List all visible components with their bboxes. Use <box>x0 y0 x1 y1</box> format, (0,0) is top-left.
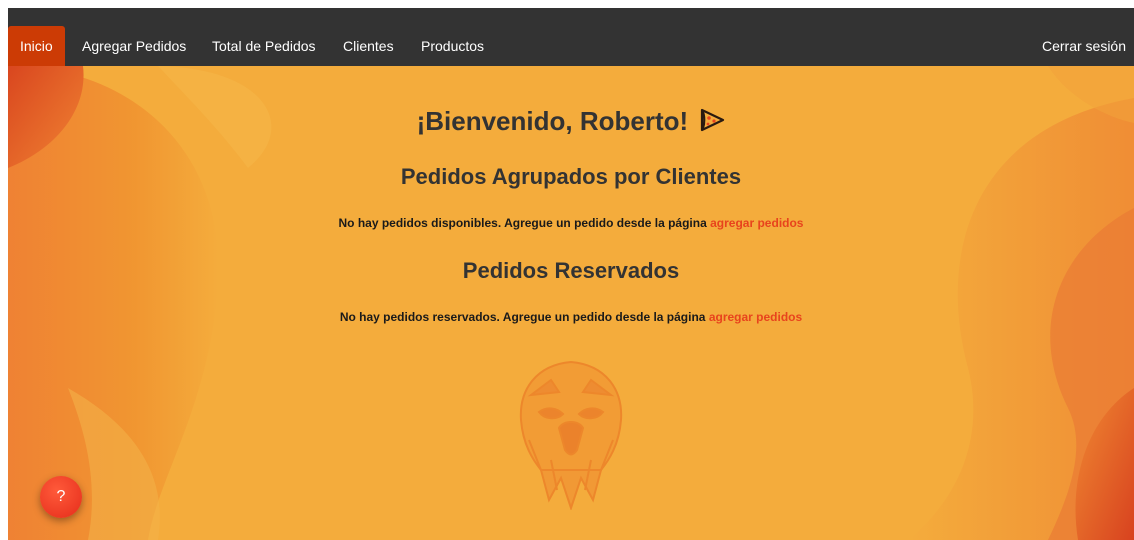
help-button[interactable]: ? <box>40 476 82 518</box>
welcome-text: ¡Bienvenido, Roberto! <box>416 106 689 136</box>
grouped-orders-empty-text: No hay pedidos disponibles. Agregue un p… <box>338 216 707 230</box>
add-orders-link[interactable]: agregar pedidos <box>710 216 803 230</box>
pizza-icon <box>701 108 725 132</box>
nav-item-clientes[interactable]: Clientes <box>343 26 394 66</box>
reserved-orders-empty-message: No hay pedidos reservados. Agregue un pe… <box>8 310 1134 324</box>
nav-item-inicio[interactable]: Inicio <box>8 26 65 66</box>
page-frame: Inicio Agregar Pedidos Total de Pedidos … <box>8 8 1134 540</box>
logout-link[interactable]: Cerrar sesión <box>1042 26 1126 66</box>
add-orders-link-reserved[interactable]: agregar pedidos <box>709 310 802 324</box>
grouped-orders-empty-message: No hay pedidos disponibles. Agregue un p… <box>8 216 1134 230</box>
welcome-heading: ¡Bienvenido, Roberto! <box>8 106 1134 137</box>
eagle-mascot-watermark <box>519 360 623 510</box>
main-content: ¡Bienvenido, Roberto! Pedidos Agrupados … <box>8 66 1134 540</box>
grouped-orders-title: Pedidos Agrupados por Clientes <box>400 164 742 189</box>
nav-item-agregar-pedidos[interactable]: Agregar Pedidos <box>82 26 186 66</box>
reserved-orders-empty-text: No hay pedidos reservados. Agregue un pe… <box>339 310 706 324</box>
reserved-orders-title: Pedidos Reservados <box>462 258 680 283</box>
nav-item-total-de-pedidos[interactable]: Total de Pedidos <box>212 26 316 66</box>
top-navbar: Inicio Agregar Pedidos Total de Pedidos … <box>8 8 1134 66</box>
nav-item-productos[interactable]: Productos <box>421 26 484 66</box>
